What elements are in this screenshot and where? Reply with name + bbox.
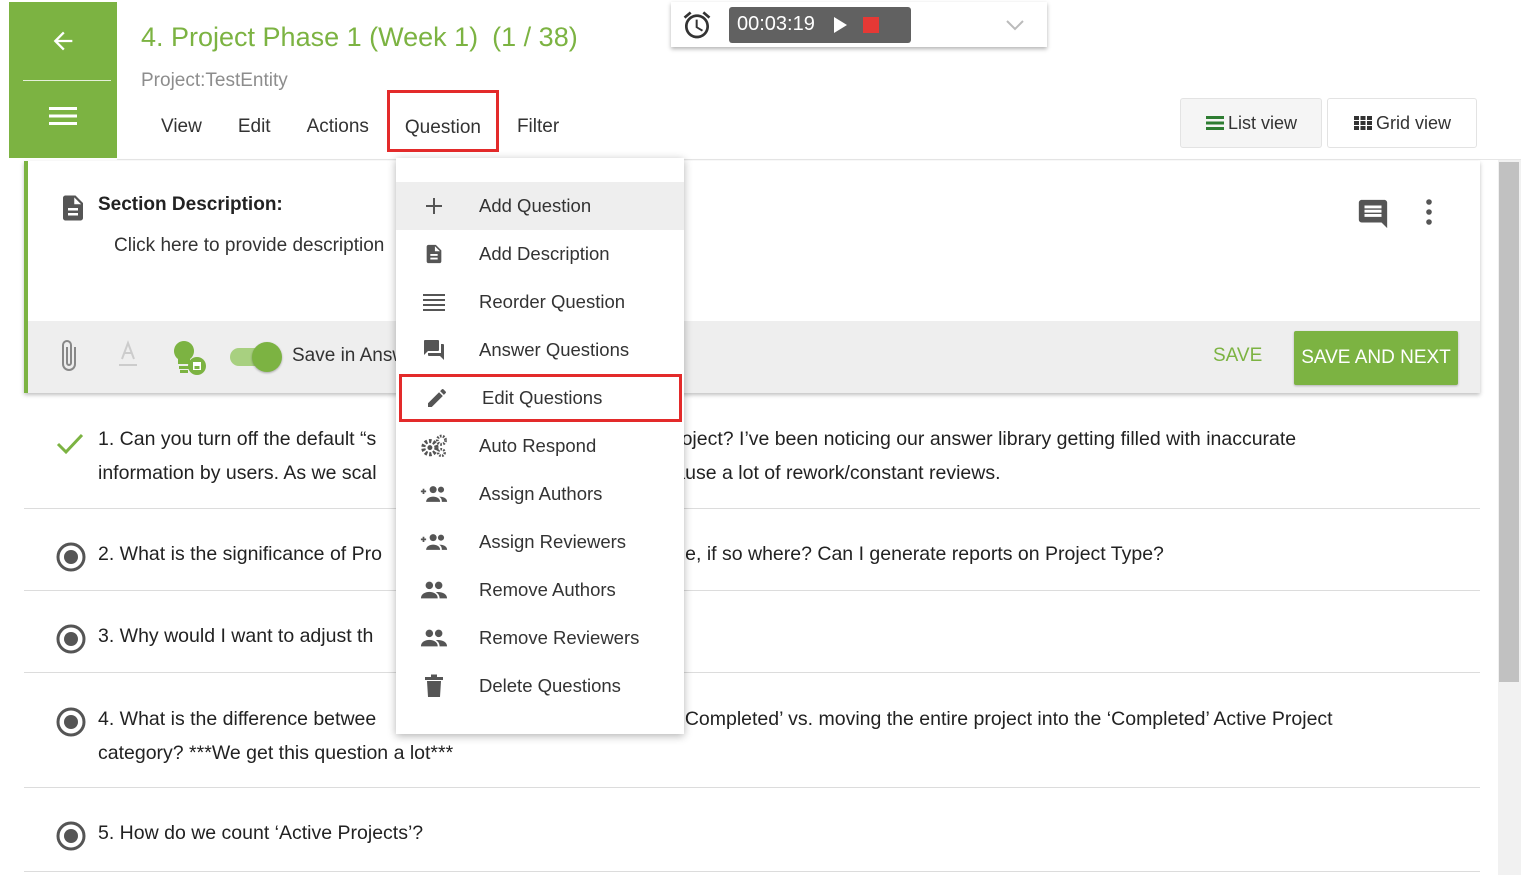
page-title: 4. Project Phase 1 (Week 1) (1 / 38) (141, 22, 578, 53)
arrow-left-icon (53, 31, 73, 51)
question-text-5: 5. How do we count ‘Active Projects’? (98, 822, 424, 844)
lightbulb-save-icon[interactable] (170, 337, 210, 377)
menu-item-label: Remove Reviewers (479, 627, 640, 648)
comment-icon[interactable] (1356, 197, 1390, 231)
menu-actions[interactable]: Actions (289, 108, 387, 148)
document-icon (426, 244, 442, 264)
alarm-clock-icon (683, 10, 711, 38)
timer-widget: 00:03:19 (671, 2, 1047, 47)
chevron-down-icon[interactable] (1005, 19, 1025, 31)
save-button[interactable]: SAVE (1213, 345, 1262, 367)
question-text-4: 4. What is the difference betwee o ‘Compl… (98, 708, 1333, 764)
radio-selected-icon (56, 821, 86, 851)
menu-item-label: Edit Questions (482, 387, 603, 408)
question-row-5[interactable]: 5. How do we count ‘Active Projects’? (24, 788, 1480, 872)
back-button[interactable] (9, 2, 117, 80)
menu-item-label: Reorder Question (479, 291, 626, 312)
chat-icon (424, 340, 444, 360)
menu-item-remove-authors[interactable]: Remove Authors (396, 566, 684, 614)
add-group-icon (420, 534, 448, 550)
stop-icon[interactable] (862, 16, 879, 33)
question-count: (1 / 38) (492, 22, 578, 52)
question-row-2[interactable]: 2. What is the significance of Pro ole, i… (24, 509, 1480, 591)
radio-selected-icon (56, 707, 86, 737)
document-icon (63, 195, 83, 221)
menubar: View Edit Actions Question Filter (143, 90, 577, 152)
pencil-icon (428, 388, 447, 407)
gears-icon (421, 434, 447, 458)
timer-display: 00:03:19 (729, 6, 911, 43)
group-icon (420, 581, 448, 599)
reorder-icon (423, 294, 445, 311)
section-footer: Save in Answers SAVE SAVE AND NEXT (28, 321, 1480, 393)
menu-item-label: Assign Reviewers (479, 531, 627, 552)
menu-item-label: Remove Authors (479, 579, 616, 600)
menu-item-label: Delete Questions (479, 675, 621, 696)
list-view-button[interactable]: List view (1180, 98, 1322, 148)
play-icon[interactable] (831, 16, 849, 34)
section-description-input[interactable]: Click here to provide description (114, 235, 384, 257)
check-icon (56, 433, 84, 455)
question-text-3: 3. Why would I want to adjust th (98, 625, 374, 647)
add-group-icon (420, 486, 448, 502)
scrollbar[interactable] (1498, 160, 1521, 875)
text-format-icon[interactable] (116, 339, 140, 369)
menu-item-label: Answer Questions (479, 339, 630, 360)
plus-icon (426, 198, 442, 214)
save-and-next-button[interactable]: SAVE AND NEXT (1294, 331, 1458, 385)
menu-item-edit-questions[interactable]: Edit Questions (399, 374, 682, 422)
question-row-1[interactable]: 1. Can you turn off the default “s projec… (24, 393, 1480, 509)
menu-view[interactable]: View (143, 108, 220, 148)
menu-edit[interactable]: Edit (220, 108, 289, 148)
section-label: Section Description: (98, 194, 283, 215)
radio-selected-icon (56, 624, 86, 654)
list-view-label: List view (1227, 112, 1298, 133)
menu-button[interactable] (9, 81, 117, 151)
menu-item-answer-questions[interactable]: Answer Questions (396, 326, 684, 374)
menu-filter[interactable]: Filter (499, 108, 577, 148)
question-text-1: 1. Can you turn off the default “s projec… (98, 428, 1297, 484)
menu-item-delete-questions[interactable]: Delete Questions (396, 662, 684, 710)
menu-item-label: Add Description (479, 243, 610, 264)
menu-item-label: Assign Authors (479, 483, 603, 504)
page-subtitle: Project:TestEntity (141, 70, 288, 91)
section-card: Section Description: Click here to provi… (24, 161, 1480, 393)
question-text-2: 2. What is the significance of Pro ole, i… (98, 543, 1164, 565)
more-vert-icon[interactable] (1424, 197, 1434, 227)
menu-item-label: Auto Respond (479, 435, 597, 456)
header-divider (117, 159, 1521, 160)
menu-item-assign-authors[interactable]: Assign Authors (396, 470, 684, 518)
question-row-3[interactable]: 3. Why would I want to adjust th (24, 591, 1480, 673)
attachment-icon[interactable] (58, 337, 80, 375)
menu-item-assign-reviewers[interactable]: Assign Reviewers (396, 518, 684, 566)
trash-icon (425, 674, 443, 697)
hamburger-icon (49, 107, 77, 125)
grid-view-button[interactable]: Grid view (1327, 98, 1477, 148)
scrollbar-thumb[interactable] (1499, 162, 1519, 682)
menu-item-auto-respond[interactable]: Auto Respond (396, 422, 684, 470)
radio-selected-icon (56, 542, 86, 572)
save-in-answers-toggle[interactable] (228, 341, 282, 373)
title-text: 4. Project Phase 1 (Week 1) (141, 22, 479, 52)
question-dropdown-menu: Add Question Add Description Reorder Que… (396, 158, 684, 734)
timer-time: 00:03:19 (737, 13, 815, 35)
menu-item-label: Add Question (479, 195, 592, 216)
question-row-4[interactable]: 4. What is the difference betwee o ‘Compl… (24, 673, 1480, 788)
menu-item-add-description[interactable]: Add Description (396, 230, 684, 278)
grid-view-label: Grid view (1375, 112, 1451, 133)
menu-item-add-question[interactable]: Add Question (396, 182, 684, 230)
menu-question[interactable]: Question (386, 90, 499, 152)
menu-item-remove-reviewers[interactable]: Remove Reviewers (396, 614, 684, 662)
side-nav-block (9, 2, 117, 158)
group-icon (420, 629, 448, 647)
menu-item-reorder-question[interactable]: Reorder Question (396, 278, 684, 326)
grid-icon (1353, 116, 1372, 130)
list-icon (1205, 116, 1224, 130)
